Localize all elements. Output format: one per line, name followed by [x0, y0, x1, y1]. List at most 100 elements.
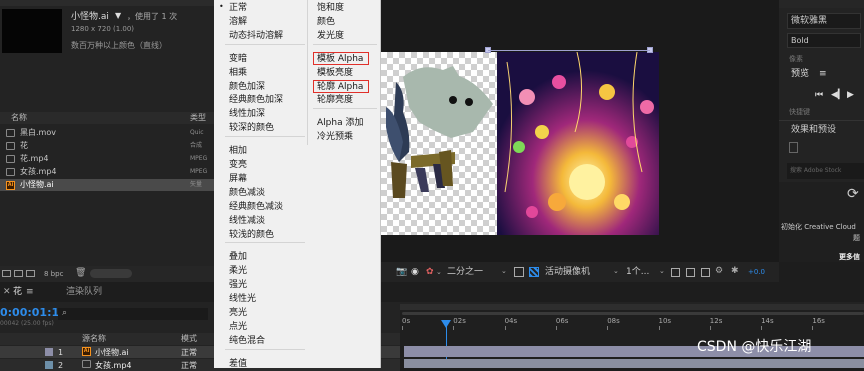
channel-icon[interactable]: ✿: [426, 268, 434, 277]
dropdown-arrow-icon[interactable]: ▼: [115, 12, 121, 20]
mode-header[interactable]: 模式: [181, 335, 197, 343]
blend-mode-item[interactable]: 线性加深: [229, 110, 265, 119]
region-of-interest-icon[interactable]: [514, 267, 524, 277]
blend-mode-item[interactable]: 正常: [229, 4, 247, 13]
red-annotation-box: [313, 80, 369, 93]
blend-mode-item[interactable]: 线性光: [229, 295, 256, 304]
timeline-icon[interactable]: [701, 268, 710, 277]
work-area-bar[interactable]: [400, 304, 864, 310]
blend-mode-item[interactable]: 溶解: [229, 18, 247, 27]
font-family-select[interactable]: 微软雅黑: [787, 13, 861, 29]
channel-dropdown-icon[interactable]: ⌄: [436, 269, 442, 276]
ruler-tick-label: 16s: [812, 318, 825, 325]
blend-mode-item[interactable]: 变暗: [229, 55, 247, 64]
blend-mode-item[interactable]: 颜色加深: [229, 83, 265, 92]
blend-mode-item[interactable]: 饱和度: [317, 4, 344, 13]
blend-mode-item[interactable]: 颜色: [317, 18, 335, 27]
blend-mode-item[interactable]: 动态抖动溶解: [229, 32, 283, 41]
tab-render-queue[interactable]: 渲染队列: [66, 288, 102, 297]
blend-mode-item[interactable]: 轮廓亮度: [317, 96, 353, 105]
column-name-header[interactable]: 名称: [11, 114, 27, 122]
refresh-icon[interactable]: ⟳: [847, 187, 859, 201]
illustrator-file-icon: Ai: [6, 181, 15, 190]
blend-mode-item[interactable]: 冷光预乘: [317, 133, 353, 142]
blend-mode-item[interactable]: 经典颜色减淡: [229, 203, 283, 212]
blend-mode-item[interactable]: 强光: [229, 281, 247, 290]
blend-mode-item[interactable]: 较深的颜色: [229, 124, 274, 133]
project-item[interactable]: 花.mp4MPEG: [0, 153, 214, 165]
layer-blend-mode[interactable]: 正常: [181, 362, 197, 370]
show-snapshot-icon[interactable]: ◉: [411, 268, 419, 277]
blend-mode-item[interactable]: 变亮: [229, 161, 247, 170]
layer-label-color[interactable]: [45, 348, 53, 356]
tab-composition[interactable]: 花: [13, 288, 22, 297]
preview-menu-icon[interactable]: ≡: [819, 70, 827, 79]
layer-2-duration-bar[interactable]: [404, 359, 864, 368]
reset-exposure-icon[interactable]: ✱: [731, 267, 739, 276]
stock-search-input[interactable]: 搜索 Adobe Stock: [787, 163, 864, 179]
views-chevron-icon[interactable]: ⌄: [659, 268, 665, 275]
blend-mode-item[interactable]: 纯色混合: [229, 337, 265, 346]
camera-select[interactable]: 活动摄像机: [545, 268, 590, 277]
blend-mode-item[interactable]: 颜色减淡: [229, 189, 265, 198]
play-icon[interactable]: ▶: [847, 91, 854, 100]
project-item[interactable]: 女孩.mp4MPEG: [0, 166, 214, 178]
cc-init-text: 初始化 Creative Cloud: [781, 224, 856, 231]
timeline-zoom-bar[interactable]: [402, 312, 864, 315]
blend-mode-item[interactable]: 模板亮度: [317, 69, 353, 78]
ruler-tick-label: 12s: [710, 318, 723, 325]
layer-name[interactable]: 小怪物.ai: [95, 349, 129, 357]
layer-name[interactable]: 女孩.mp4: [95, 362, 132, 370]
font-style-select[interactable]: Bold: [787, 33, 861, 48]
bpc-label[interactable]: 8 bpc: [44, 271, 63, 278]
source-name-header[interactable]: 源名称: [82, 335, 106, 343]
playhead-handle[interactable]: [441, 320, 451, 328]
exposure-value[interactable]: +0.0: [748, 269, 765, 276]
transparency-grid-toggle-icon[interactable]: [529, 267, 539, 277]
views-select[interactable]: 1个...: [626, 268, 649, 277]
new-folder-icon[interactable]: [14, 270, 23, 277]
project-scrollbar[interactable]: [90, 269, 132, 278]
resolution-chevron-icon[interactable]: ⌄: [501, 268, 507, 275]
column-type-header[interactable]: 类型: [190, 114, 206, 122]
blend-mode-item[interactable]: 线性减淡: [229, 217, 265, 226]
resolution-select[interactable]: 二分之一: [447, 268, 483, 277]
trash-icon[interactable]: 🗑: [75, 269, 86, 278]
camera-chevron-icon[interactable]: ⌄: [613, 268, 619, 275]
layer-blend-mode[interactable]: 正常: [181, 349, 197, 357]
bounding-box-edge: [488, 50, 650, 51]
blend-mode-item[interactable]: 柔光: [229, 267, 247, 276]
blend-mode-item[interactable]: 经典颜色加深: [229, 96, 283, 105]
fast-previews-icon[interactable]: [686, 268, 695, 277]
blend-mode-item[interactable]: 点光: [229, 323, 247, 332]
current-timecode[interactable]: 0:00:01:17: [0, 307, 67, 318]
close-tab-icon[interactable]: ✕: [3, 288, 11, 297]
comp-flowchart-icon[interactable]: ⚙: [715, 267, 723, 276]
project-item[interactable]: 黑白.movQuic: [0, 127, 214, 139]
blend-mode-item[interactable]: 发光度: [317, 32, 344, 41]
menu-separator: [225, 349, 305, 350]
interpret-footage-icon[interactable]: [2, 270, 11, 277]
blend-mode-item[interactable]: 差值: [229, 360, 247, 369]
project-item[interactable]: 花合成: [0, 140, 214, 152]
font-style-value: Bold: [791, 37, 809, 45]
blend-mode-item[interactable]: Alpha 添加: [317, 119, 363, 128]
composition-viewer: [381, 0, 779, 262]
prev-frame-icon[interactable]: ◀▎: [831, 91, 845, 100]
watermark-text: CSDN @快乐江湖: [697, 340, 811, 354]
blend-mode-item[interactable]: 亮光: [229, 309, 247, 318]
blend-mode-item[interactable]: 较浅的颜色: [229, 231, 274, 240]
new-composition-icon[interactable]: [26, 270, 35, 277]
blend-mode-item[interactable]: 屏幕: [229, 175, 247, 184]
tab-menu-icon[interactable]: ≡: [26, 288, 34, 297]
libraries-icon[interactable]: [789, 142, 798, 153]
project-item-name: 小怪物.ai: [20, 181, 54, 189]
layer-search-input[interactable]: ⌕: [58, 308, 208, 320]
first-frame-icon[interactable]: ⏮: [815, 91, 823, 100]
toggle-pixel-aspect-icon[interactable]: [671, 268, 680, 277]
snapshot-icon[interactable]: 📷: [396, 268, 407, 277]
project-item[interactable]: Ai小怪物.ai矢量: [0, 179, 214, 191]
blend-mode-item[interactable]: 相加: [229, 147, 247, 156]
blend-mode-item[interactable]: 相乘: [229, 69, 247, 78]
blend-mode-item[interactable]: 叠加: [229, 253, 247, 262]
